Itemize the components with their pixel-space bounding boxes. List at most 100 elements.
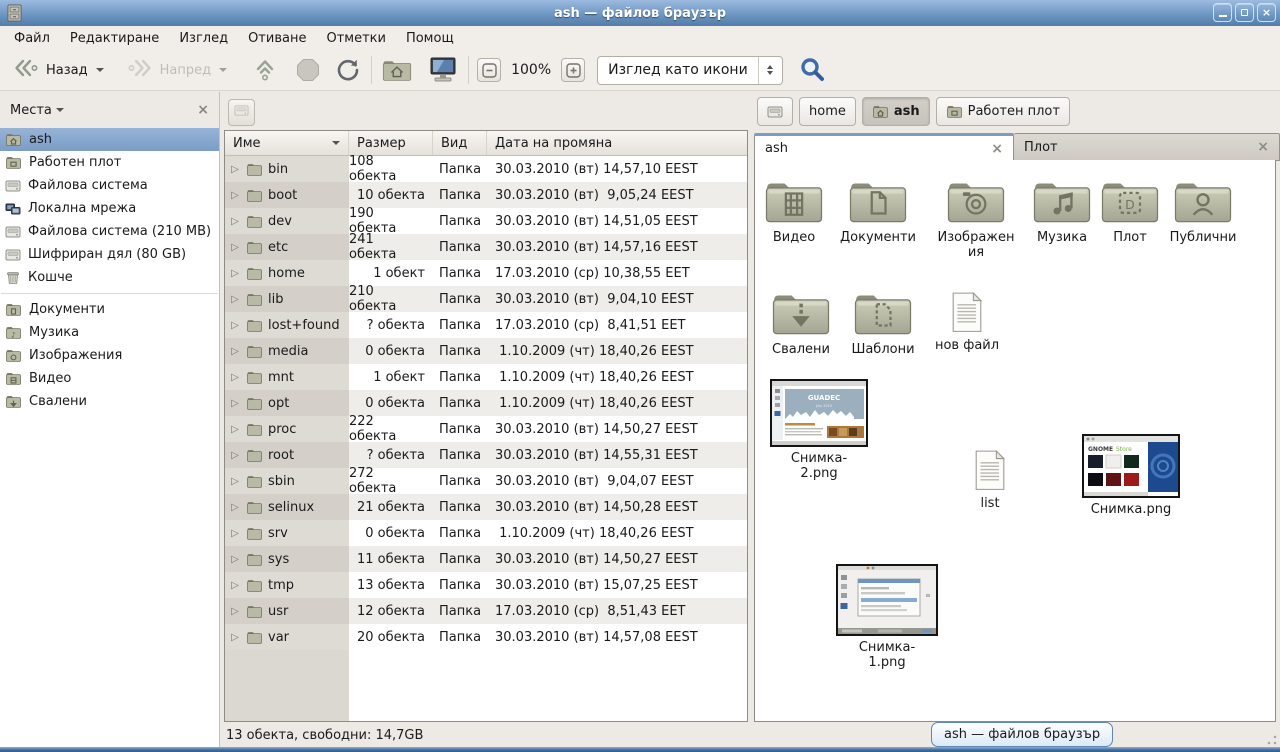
file-item-снимка.png[interactable]: GNOMEStoreСнимка.png: [1083, 434, 1179, 517]
table-row-selinux[interactable]: ▷selinux21 обектаПапка30.03.2010 (вт) 14…: [225, 494, 747, 520]
sidebar-item-локална-мрежа[interactable]: Локална мрежа: [0, 197, 219, 220]
table-row-var[interactable]: ▷var20 обектаПапка30.03.2010 (вт) 14,57,…: [225, 624, 747, 650]
sidebar-item-ash[interactable]: ash: [0, 128, 219, 151]
sidebar-item-видео[interactable]: Видео: [0, 367, 219, 390]
resize-grip[interactable]: [1267, 735, 1277, 745]
table-row-lost+found[interactable]: ▷lost+found? обектаПапка17.03.2010 (ср) …: [225, 312, 747, 338]
expander-icon[interactable]: ▷: [229, 190, 241, 201]
table-row-mnt[interactable]: ▷mnt1 обектПапка 1.10.2009 (чт) 18,40,26…: [225, 364, 747, 390]
tab-close-icon[interactable]: ×: [991, 141, 1003, 157]
column-header-name[interactable]: Име: [225, 131, 349, 155]
reload-button[interactable]: [333, 55, 363, 85]
close-button[interactable]: ×: [1257, 3, 1276, 22]
view-mode-select[interactable]: Изглед като икони: [597, 56, 783, 85]
sidebar-item-работен-плот[interactable]: Работен плот: [0, 151, 219, 174]
table-row-media[interactable]: ▷media0 обектаПапка 1.10.2009 (чт) 18,40…: [225, 338, 747, 364]
stop-button[interactable]: [293, 55, 323, 85]
expander-icon[interactable]: ▷: [229, 502, 241, 513]
file-item-плот[interactable]: DПлот: [1100, 176, 1160, 245]
table-row-proc[interactable]: ▷proc222 обектаПапка30.03.2010 (вт) 14,5…: [225, 416, 747, 442]
file-item-шаблони[interactable]: Шаблони: [843, 288, 923, 357]
table-row-home[interactable]: ▷home1 обектПапка17.03.2010 (ср) 10,38,5…: [225, 260, 747, 286]
breadcrumb-root[interactable]: [757, 97, 793, 126]
expander-icon[interactable]: ▷: [229, 268, 241, 279]
menu-6[interactable]: Помощ: [396, 28, 464, 49]
table-row-srv[interactable]: ▷srv0 обектаПапка 1.10.2009 (чт) 18,40,2…: [225, 520, 747, 546]
menu-1[interactable]: Файл: [4, 28, 60, 49]
table-row-boot[interactable]: ▷boot10 обектаПапка30.03.2010 (вт) 9,05,…: [225, 182, 747, 208]
expander-icon[interactable]: ▷: [229, 424, 241, 435]
expander-icon[interactable]: ▷: [229, 606, 241, 617]
menu-4[interactable]: Отиване: [238, 28, 316, 49]
sidebar-item-файлова-система[interactable]: Файлова система: [0, 174, 219, 197]
file-item-свалени[interactable]: Свалени: [763, 288, 839, 357]
file-item-изображения[interactable]: Изображения: [934, 176, 1018, 260]
table-row-etc[interactable]: ▷etc241 обектаПапка30.03.2010 (вт) 14,57…: [225, 234, 747, 260]
sidebar-item-шифриран-дял-80-gb-[interactable]: Шифриран дял (80 GB): [0, 243, 219, 266]
home-button[interactable]: [380, 55, 414, 85]
file-item-снимка-2.png[interactable]: GUADECjuly 2010Снимка-2.png: [787, 379, 851, 481]
expander-icon[interactable]: ▷: [229, 528, 241, 539]
sidebar-item-изображения[interactable]: Изображения: [0, 344, 219, 367]
expander-icon[interactable]: ▷: [229, 476, 241, 487]
forward-button[interactable]: Напред: [120, 53, 233, 87]
file-manager-icon[interactable]: [5, 3, 25, 23]
tree-root-button[interactable]: [228, 99, 255, 126]
column-header-date[interactable]: Дата на промяна: [487, 131, 747, 155]
table-row-lib[interactable]: ▷lib210 обектаПапка30.03.2010 (вт) 9,04,…: [225, 286, 747, 312]
expander-icon[interactable]: ▷: [229, 398, 241, 409]
breadcrumb-ash[interactable]: ash: [862, 97, 930, 126]
maximize-button[interactable]: [1235, 3, 1254, 22]
table-row-usr[interactable]: ▷usr12 обектаПапка17.03.2010 (ср) 8,51,4…: [225, 598, 747, 624]
sidebar-title[interactable]: Места: [10, 103, 52, 118]
expander-icon[interactable]: ▷: [229, 216, 241, 227]
back-dropdown-caret[interactable]: [96, 68, 104, 76]
breadcrumb-home[interactable]: home: [799, 97, 856, 126]
expander-icon[interactable]: ▷: [229, 372, 241, 383]
back-button[interactable]: Назад: [6, 53, 110, 87]
expander-icon[interactable]: ▷: [229, 242, 241, 253]
search-button[interactable]: [797, 54, 829, 86]
expander-icon[interactable]: ▷: [229, 632, 241, 643]
table-row-sys[interactable]: ▷sys11 обектаПапка30.03.2010 (вт) 14,50,…: [225, 546, 747, 572]
sidebar-close-icon[interactable]: ×: [197, 102, 209, 118]
sidebar-item-свалени[interactable]: Свалени: [0, 390, 219, 413]
zoom-out-button[interactable]: [477, 58, 501, 82]
file-item-документи[interactable]: Документи: [835, 176, 921, 245]
menu-5[interactable]: Отметки: [316, 28, 395, 49]
expander-icon[interactable]: ▷: [229, 450, 241, 461]
table-row-tmp[interactable]: ▷tmp13 обектаПапка30.03.2010 (вт) 15,07,…: [225, 572, 747, 598]
expander-icon[interactable]: ▷: [229, 320, 241, 331]
tab-ash[interactable]: ash×: [754, 133, 1014, 161]
file-item-list[interactable]: list: [960, 449, 1020, 511]
table-row-bin[interactable]: ▷bin108 обектаПапка30.03.2010 (вт) 14,57…: [225, 156, 747, 182]
sidebar-item-документи[interactable]: Документи: [0, 298, 219, 321]
sidebar-item-музика[interactable]: ♪Музика: [0, 321, 219, 344]
table-row-dev[interactable]: ▷dev190 обектаПапка30.03.2010 (вт) 14,51…: [225, 208, 747, 234]
tab-close-icon[interactable]: ×: [1257, 139, 1269, 155]
up-button[interactable]: [249, 55, 281, 85]
taskbar-window-button[interactable]: ash — файлов браузър: [931, 722, 1113, 747]
expander-icon[interactable]: ▷: [229, 554, 241, 565]
file-item-нов-файл[interactable]: нов файл: [930, 291, 1004, 353]
column-header-type[interactable]: Вид: [433, 131, 487, 155]
file-item-публични[interactable]: Публични: [1163, 176, 1243, 245]
breadcrumb-Работен плот[interactable]: Работен плот: [936, 97, 1070, 126]
table-row-root[interactable]: ▷root? обектаПапка30.03.2010 (вт) 14,55,…: [225, 442, 747, 468]
forward-dropdown-caret[interactable]: [219, 68, 227, 76]
expander-icon[interactable]: ▷: [229, 164, 241, 175]
column-header-size[interactable]: Размер: [349, 131, 433, 155]
file-item-музика[interactable]: Музика: [1027, 176, 1097, 245]
table-row-sbin[interactable]: ▷sbin272 обектаПапка30.03.2010 (вт) 9,04…: [225, 468, 747, 494]
expander-icon[interactable]: ▷: [229, 580, 241, 591]
zoom-in-button[interactable]: [561, 58, 585, 82]
menu-2[interactable]: Редактиране: [60, 28, 169, 49]
tab-Плот[interactable]: Плот×: [1014, 133, 1280, 161]
sidebar-item-кошче[interactable]: Кошче: [0, 266, 219, 289]
file-item-снимка-1.png[interactable]: Снимка-1.png: [855, 564, 919, 670]
menu-3[interactable]: Изглед: [169, 28, 238, 49]
file-item-видео[interactable]: Видео: [759, 176, 829, 245]
sidebar-item-файлова-система-210-mb-[interactable]: Файлова система (210 MB): [0, 220, 219, 243]
computer-button[interactable]: [426, 54, 460, 86]
table-row-opt[interactable]: ▷opt0 обектаПапка 1.10.2009 (чт) 18,40,2…: [225, 390, 747, 416]
